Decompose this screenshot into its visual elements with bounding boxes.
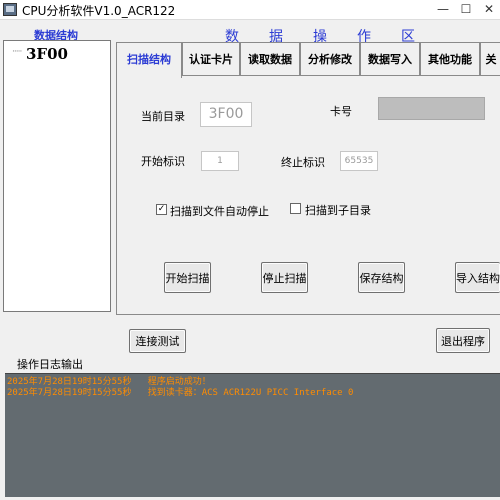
start-id-input[interactable]: 1	[201, 151, 239, 171]
end-id-label: 终止标识	[281, 156, 325, 169]
current-dir-label: 当前目录	[141, 110, 185, 123]
log-output-label: 操作日志输出	[17, 358, 83, 371]
card-no-field[interactable]	[378, 97, 485, 120]
log-line: 2025年7月28日19时15分55秒 找到读卡器：ACS ACR122U PI…	[7, 388, 354, 398]
operation-tabs: 扫描结构 认证卡片 读取数据 分析修改 数据写入 其他功能 关	[116, 42, 500, 78]
auto-stop-checkbox[interactable]: ✓	[156, 204, 167, 215]
structure-tree[interactable]: ····· 3F00	[3, 40, 111, 312]
tab-other-functions[interactable]: 其他功能	[420, 42, 480, 76]
scan-subdir-checkbox[interactable]	[290, 203, 301, 214]
start-id-label: 开始标识	[141, 155, 185, 168]
exit-program-button[interactable]: 退出程序	[436, 328, 490, 353]
tab-analyze-modify[interactable]: 分析修改	[300, 42, 360, 76]
tab-write-data[interactable]: 数据写入	[360, 42, 420, 76]
log-line: 2025年7月28日19时15分55秒 程序启动成功！	[7, 377, 211, 387]
close-button[interactable]: ✕	[479, 1, 499, 17]
maximize-button[interactable]: ☐	[456, 1, 476, 17]
title-bar: CPU分析软件V1.0_ACR122 — ☐ ✕	[0, 0, 500, 20]
current-dir-field[interactable]: 3F00	[200, 102, 252, 127]
card-no-label: 卡号	[330, 105, 352, 118]
stop-scan-button[interactable]: 停止扫描	[261, 262, 308, 293]
tree-connector: ·····	[12, 47, 22, 57]
log-output[interactable]: 2025年7月28日19时15分55秒 程序启动成功！ 2025年7月28日19…	[5, 373, 500, 497]
save-structure-button[interactable]: 保存结构	[358, 262, 405, 293]
scan-subdir-label: 扫描到子目录	[305, 204, 371, 217]
end-id-input[interactable]: 65535	[340, 151, 378, 171]
start-scan-button[interactable]: 开始扫描	[164, 262, 211, 293]
import-structure-button[interactable]: 导入结构	[455, 262, 500, 293]
minimize-button[interactable]: —	[433, 1, 453, 17]
tab-read-data[interactable]: 读取数据	[240, 42, 300, 76]
tree-node-root[interactable]: 3F00	[26, 45, 68, 63]
tab-about[interactable]: 关	[480, 42, 500, 76]
app-icon	[3, 3, 17, 16]
window-title: CPU分析软件V1.0_ACR122	[22, 4, 176, 18]
auto-stop-label: 扫描到文件自动停止	[170, 205, 269, 218]
tab-scan-structure[interactable]: 扫描结构	[116, 42, 182, 78]
tab-authenticate-card[interactable]: 认证卡片	[182, 42, 240, 76]
connect-test-button[interactable]: 连接测试	[129, 329, 186, 353]
